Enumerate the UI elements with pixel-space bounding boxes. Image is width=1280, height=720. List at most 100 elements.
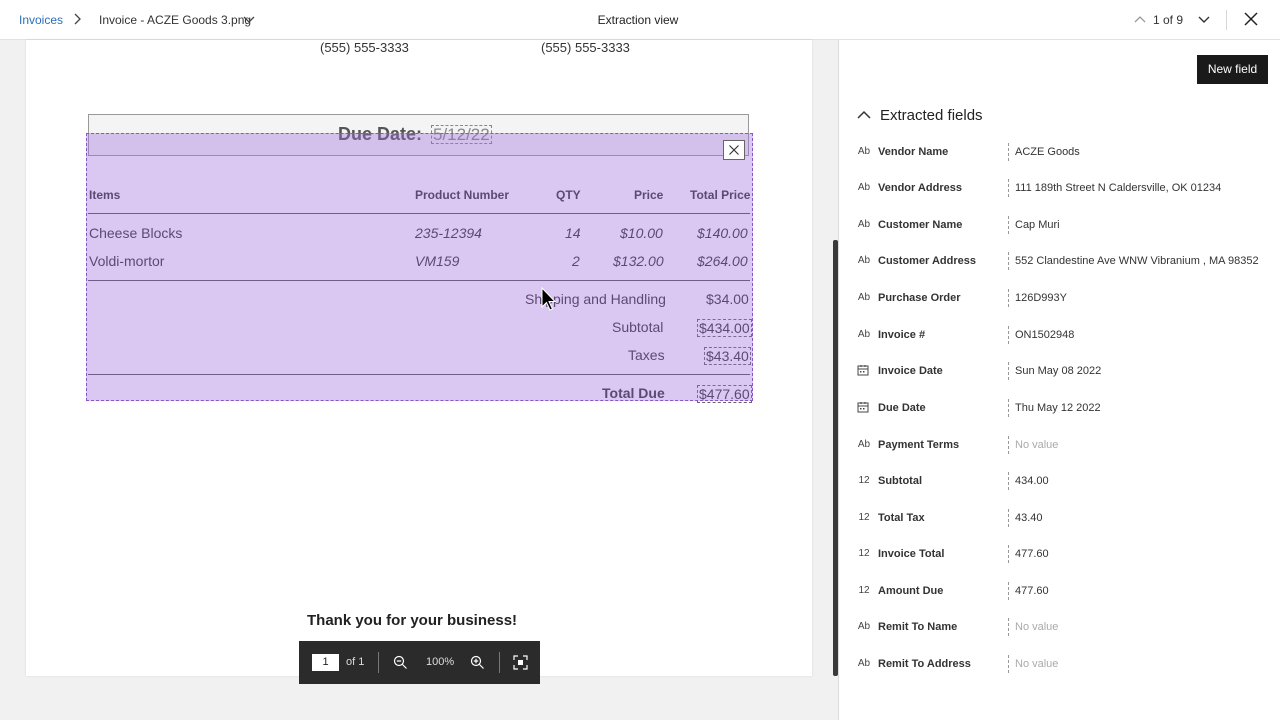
text-type-icon: Ab — [857, 146, 871, 157]
field-value[interactable]: 126D993Y — [1015, 290, 1265, 306]
chevron-right-icon — [74, 13, 81, 25]
field-row[interactable]: 12 Total Tax 43.40 — [850, 500, 1280, 536]
field-row[interactable]: Ab Remit To Name No value — [850, 609, 1280, 645]
zoom-in-icon[interactable] — [470, 655, 485, 670]
chevron-up-icon[interactable] — [856, 108, 872, 122]
field-value-marker — [1008, 618, 1009, 636]
field-value-marker — [1008, 216, 1009, 234]
field-row[interactable]: Due Date Thu May 12 2022 — [850, 390, 1280, 426]
field-row[interactable]: 12 Subtotal 434.00 — [850, 463, 1280, 499]
field-row[interactable]: Ab Invoice # ON1502948 — [850, 317, 1280, 353]
field-value-marker — [1008, 179, 1009, 197]
field-value[interactable]: Cap Muri — [1015, 217, 1265, 233]
field-row[interactable]: Ab Customer Address 552 Clandestine Ave WN… — [850, 243, 1280, 279]
field-value-marker — [1008, 509, 1009, 527]
page-title: Extraction view — [597, 13, 679, 27]
field-name: Amount Due — [878, 585, 944, 597]
phone-right: (555) 555-3333 — [541, 40, 630, 55]
toolbar-divider — [499, 652, 500, 673]
breadcrumb-invoices-link[interactable]: Invoices — [19, 13, 63, 27]
section-title: Extracted fields — [880, 107, 983, 124]
field-value-marker — [1008, 362, 1009, 380]
field-value[interactable]: 43.40 — [1015, 510, 1265, 526]
field-value-marker — [1008, 143, 1009, 161]
field-name: Invoice Date — [878, 365, 943, 377]
thank-you-text: Thank you for your business! — [307, 612, 518, 629]
number-type-icon: 12 — [858, 475, 870, 486]
field-value-marker — [1008, 655, 1009, 673]
page-number-input[interactable]: 1 — [312, 654, 339, 671]
close-icon[interactable] — [1243, 11, 1259, 27]
chevron-down-icon[interactable] — [242, 12, 256, 26]
text-type-icon: Ab — [857, 219, 871, 230]
field-name: Vendor Address — [878, 182, 962, 194]
field-name: Invoice # — [878, 329, 926, 341]
new-field-button[interactable]: New field — [1197, 55, 1268, 84]
extracted-fields-panel: New field Extracted fields Ab Vendor Name… — [840, 40, 1280, 720]
text-type-icon: Ab — [857, 329, 871, 340]
field-name: Vendor Name — [878, 146, 949, 158]
number-type-icon: 12 — [858, 548, 870, 559]
field-row[interactable]: Ab Remit To Address No value — [850, 646, 1280, 682]
page-toolbar: 1 of 1 100% — [299, 641, 540, 684]
mouse-cursor-icon — [541, 287, 557, 311]
field-value[interactable]: 434.00 — [1015, 473, 1265, 489]
field-value[interactable]: No value — [1015, 656, 1265, 672]
zoom-level: 100% — [426, 656, 455, 668]
extraction-selection-region[interactable] — [86, 133, 753, 401]
text-type-icon: Ab — [857, 439, 871, 450]
phone-left: (555) 555-3333 — [320, 40, 409, 55]
field-name: Payment Terms — [878, 439, 960, 451]
field-value[interactable]: ACZE Goods — [1015, 144, 1265, 160]
field-value[interactable]: Sun May 08 2022 — [1015, 363, 1265, 379]
previous-document-icon[interactable] — [1133, 12, 1147, 26]
field-row[interactable]: Ab Vendor Address 111 189th Street N Calde… — [850, 170, 1280, 206]
field-value-marker — [1008, 472, 1009, 490]
field-value[interactable]: 477.60 — [1015, 546, 1265, 562]
field-value[interactable]: No value — [1015, 619, 1265, 635]
next-document-icon[interactable] — [1197, 12, 1211, 26]
field-row[interactable]: 12 Amount Due 477.60 — [850, 573, 1280, 609]
zoom-out-icon[interactable] — [393, 655, 408, 670]
toolbar-divider — [378, 652, 379, 673]
field-row[interactable]: 12 Invoice Total 477.60 — [850, 536, 1280, 572]
field-row[interactable]: Invoice Date Sun May 08 2022 — [850, 353, 1280, 389]
field-value-marker — [1008, 252, 1009, 270]
number-type-icon: 12 — [858, 512, 870, 523]
calendar-icon — [857, 364, 871, 376]
field-name: Customer Name — [878, 219, 963, 231]
fit-to-screen-icon[interactable] — [513, 655, 528, 670]
field-value-marker — [1008, 582, 1009, 600]
field-row[interactable]: Ab Payment Terms No value — [850, 427, 1280, 463]
field-value[interactable]: No value — [1015, 437, 1265, 453]
close-icon[interactable] — [723, 140, 745, 160]
field-row[interactable]: Ab Customer Name Cap Muri — [850, 207, 1280, 243]
field-value-marker — [1008, 436, 1009, 454]
field-name: Invoice Total — [878, 548, 945, 560]
field-row[interactable]: Ab Purchase Order 126D993Y — [850, 280, 1280, 316]
field-value-marker — [1008, 289, 1009, 307]
document-viewer: (555) 555-3333 (555) 555-3333 Due Date: … — [0, 40, 839, 720]
field-name: Remit To Address — [878, 658, 971, 670]
text-type-icon: Ab — [857, 621, 871, 632]
field-value[interactable]: Thu May 12 2022 — [1015, 400, 1265, 416]
field-name: Purchase Order — [878, 292, 961, 304]
field-value[interactable]: 111 189th Street N Caldersville, OK 0123… — [1015, 180, 1265, 196]
field-name: Subtotal — [878, 475, 922, 487]
field-name: Due Date — [878, 402, 926, 414]
field-value[interactable]: ON1502948 — [1015, 327, 1265, 343]
field-name: Customer Address — [878, 255, 977, 267]
text-type-icon: Ab — [857, 658, 871, 669]
page-total: of 1 — [346, 656, 365, 668]
text-type-icon: Ab — [857, 182, 871, 193]
number-type-icon: 12 — [858, 585, 870, 596]
top-bar: Invoices Invoice - ACZE Goods 3.png Extr… — [0, 0, 1280, 40]
field-name: Remit To Name — [878, 621, 958, 633]
text-type-icon: Ab — [857, 255, 871, 266]
viewer-scrollbar[interactable] — [833, 240, 838, 676]
file-name-dropdown[interactable]: Invoice - ACZE Goods 3.png — [99, 13, 251, 27]
field-value[interactable]: 552 Clandestine Ave WNW Vibranium , MA 9… — [1015, 253, 1265, 269]
field-value[interactable]: 477.60 — [1015, 583, 1265, 599]
field-row[interactable]: Ab Vendor Name ACZE Goods — [850, 134, 1280, 170]
calendar-icon — [857, 401, 871, 413]
